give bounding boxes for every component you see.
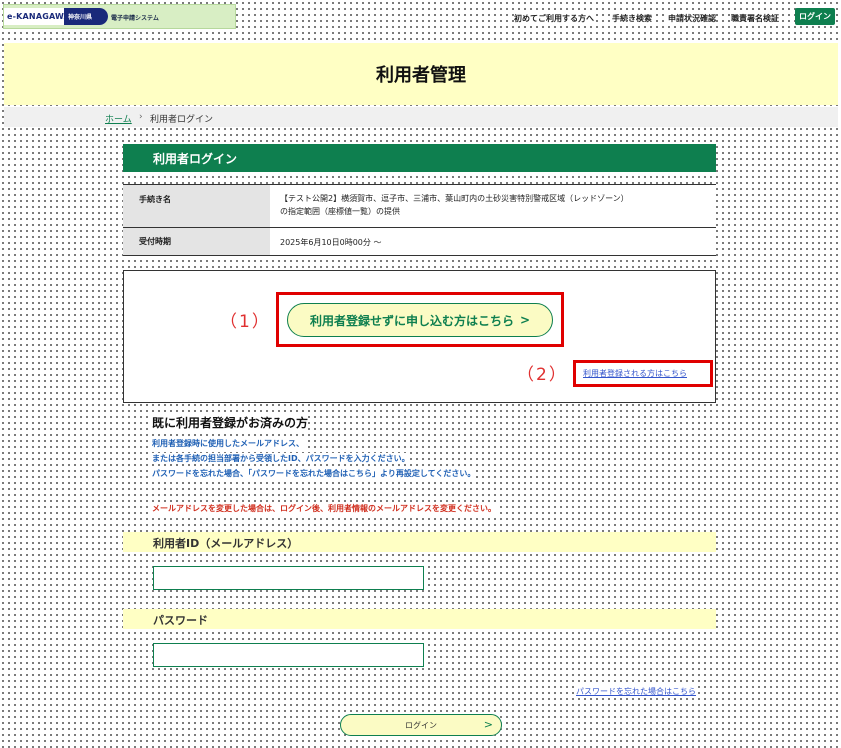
annotation-marker-1: （1） — [220, 307, 271, 332]
header-login-button[interactable]: ログイン — [795, 8, 835, 25]
login-note-1: 利用者登録時に使用したメールアドレス、 — [152, 438, 304, 449]
title-band: 利用者管理 — [4, 43, 838, 105]
nav-signature-verify[interactable]: 職責署名検証 — [731, 13, 779, 24]
procedure-name-line1: 【テスト公開2】横須賀市、逗子市、三浦市、葉山町内の土砂災害特別警戒区域（レッド… — [280, 194, 629, 203]
procedure-name-line2: の指定範囲（座標値一覧）の提供 — [280, 207, 400, 216]
login-note-2: または各手続の担当部署から受領したID、パスワードを入力ください。 — [152, 453, 410, 464]
reception-period-label: 受付時期 — [123, 228, 270, 255]
login-submit-label: ログイン — [405, 720, 437, 730]
apply-without-registration-button[interactable]: 利用者登録せずに申し込む方はこちら > — [287, 303, 553, 337]
logo-prefecture: 神奈川県 — [64, 8, 108, 25]
registered-users-heading: 既に利用者登録がお済みの方 — [152, 414, 309, 431]
breadcrumb-current: 利用者ログイン — [150, 115, 214, 125]
userid-field-label: 利用者ID（メールアドレス） — [123, 532, 716, 552]
breadcrumb-separator: › — [139, 112, 143, 122]
register-user-link[interactable]: 利用者登録される方はこちら — [583, 368, 687, 379]
nav-search[interactable]: 手続き検索 — [612, 13, 652, 24]
section-heading: 利用者ログイン — [123, 144, 716, 172]
password-input[interactable] — [153, 643, 424, 667]
logo-text: e-KANAGAWA — [7, 12, 71, 21]
reception-period-row: 受付時期 2025年6月10日0時00分 〜 — [123, 227, 716, 256]
chevron-right-icon: > — [483, 718, 493, 731]
nav-status[interactable]: 申請状況確認 — [668, 13, 716, 24]
password-field-label: パスワード — [123, 609, 716, 629]
forgot-password-link[interactable]: パスワードを忘れた場合はこちら — [576, 686, 696, 697]
procedure-name-label: 手続き名 — [123, 185, 270, 227]
procedure-info-table: 手続き名 【テスト公開2】横須賀市、逗子市、三浦市、葉山町内の土砂災害特別警戒区… — [123, 184, 716, 256]
login-note-3: パスワードを忘れた場合、「パスワードを忘れた場合はこちら」より再設定してください… — [152, 468, 476, 479]
reception-period-value: 2025年6月10日0時00分 〜 — [280, 238, 382, 247]
apply-without-registration-label: 利用者登録せずに申し込む方はこちら — [309, 313, 514, 328]
email-change-warning: メールアドレスを変更した場合は、ログイン後、利用者情報のメールアドレスを変更くだ… — [152, 503, 496, 514]
chevron-right-icon: > — [519, 313, 531, 327]
userid-input[interactable] — [153, 566, 424, 590]
logo-system-name: 電子申請システム — [111, 15, 159, 22]
site-logo[interactable]: e-KANAGAWA 神奈川県 電子申請システム — [3, 4, 236, 29]
login-submit-button[interactable]: ログイン > — [340, 714, 502, 736]
page-title: 利用者管理 — [376, 65, 466, 86]
procedure-name-value: 【テスト公開2】横須賀市、逗子市、三浦市、葉山町内の土砂災害特別警戒区域（レッド… — [280, 192, 700, 218]
breadcrumb-home-link[interactable]: ホーム — [105, 112, 132, 125]
procedure-name-row: 手続き名 【テスト公開2】横須賀市、逗子市、三浦市、葉山町内の土砂災害特別警戒区… — [123, 184, 716, 227]
nav-first-time[interactable]: 初めてご利用する方へ — [514, 13, 594, 24]
annotation-marker-2: （2） — [517, 360, 568, 385]
